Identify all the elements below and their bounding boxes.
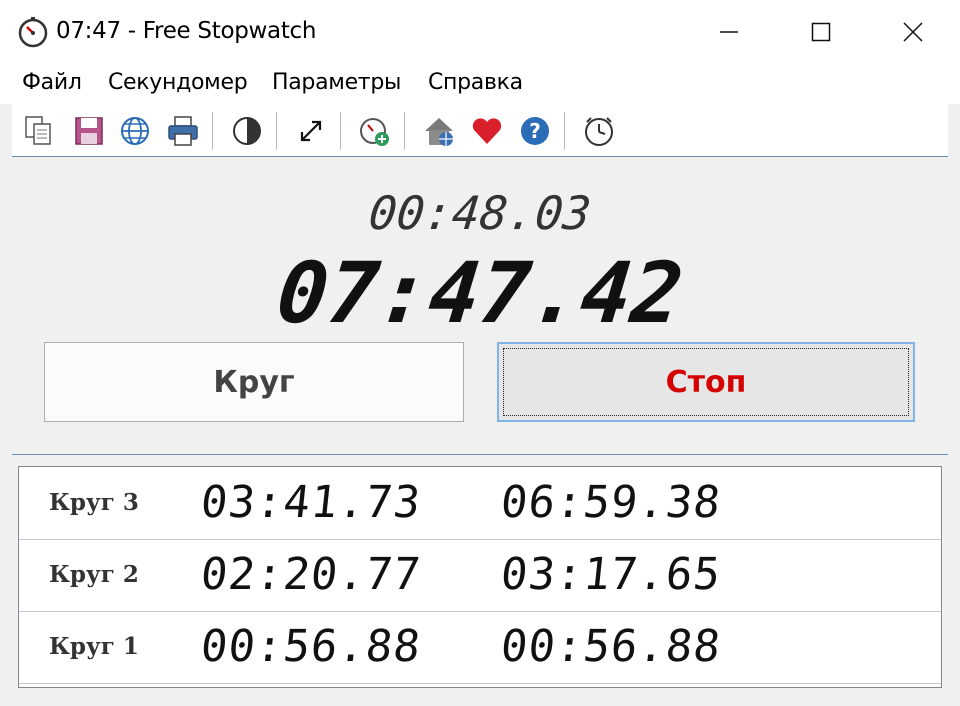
lap-time-display: 00:48.03 <box>366 186 594 240</box>
lap-row: Круг 2 02:20.77 03:17.65 <box>19 539 941 612</box>
lap-label: Круг 2 <box>49 561 139 588</box>
menu-options[interactable]: Параметры <box>272 70 401 95</box>
lap-total-time: 00:56.88 <box>498 621 724 672</box>
close-button[interactable] <box>867 0 959 64</box>
copy-button[interactable] <box>22 114 56 148</box>
menu-file[interactable]: Файл <box>22 70 82 95</box>
svg-text:?: ? <box>529 119 541 143</box>
globe-icon <box>121 117 149 145</box>
lap-total-time: 06:59.38 <box>498 477 724 528</box>
lap-split-time: 03:41.73 <box>198 477 424 528</box>
add-timer-button[interactable] <box>358 114 392 148</box>
home-icon <box>425 118 453 146</box>
contrast-icon <box>233 117 261 145</box>
fullscreen-icon <box>300 120 322 142</box>
window-title: 07:47 - Free Stopwatch <box>56 18 317 44</box>
theme-button[interactable] <box>230 114 264 148</box>
lap-total-time: 03:17.65 <box>498 549 724 600</box>
web-button[interactable] <box>118 114 152 148</box>
lap-label: Круг 1 <box>49 633 139 660</box>
menu-bar: Файл Секундомер Параметры Справка <box>0 64 960 104</box>
toolbar-separator <box>404 112 405 150</box>
toolbar: ? <box>12 104 948 157</box>
heart-icon <box>472 118 502 144</box>
menu-stopwatch[interactable]: Секундомер <box>108 70 248 95</box>
add-timer-icon <box>360 118 389 146</box>
stop-button[interactable]: Стоп <box>497 342 915 422</box>
help-button[interactable]: ? <box>518 114 552 148</box>
maximize-button[interactable] <box>775 0 867 64</box>
clock-button[interactable] <box>582 114 616 148</box>
toolbar-separator <box>340 112 341 150</box>
clock-icon <box>585 117 613 146</box>
title-bar: 07:47 - Free Stopwatch <box>0 0 960 64</box>
main-time-display: 07:47.42 <box>272 244 688 342</box>
menu-help[interactable]: Справка <box>428 70 523 95</box>
minimize-button[interactable] <box>683 0 775 64</box>
minimize-icon <box>720 31 738 33</box>
lap-button[interactable]: Круг <box>44 342 464 422</box>
stopwatch-app-icon <box>18 17 48 48</box>
lap-split-time: 00:56.88 <box>198 621 424 672</box>
print-icon <box>168 116 198 146</box>
lap-row: Круг 3 03:41.73 06:59.38 <box>19 467 941 540</box>
save-icon <box>75 117 103 145</box>
favorite-button[interactable] <box>470 114 504 148</box>
lap-split-time: 02:20.77 <box>198 549 424 600</box>
lap-row: Круг 1 00:56.88 00:56.88 <box>19 611 941 684</box>
maximize-icon <box>811 22 831 42</box>
print-button[interactable] <box>166 114 200 148</box>
toolbar-separator <box>212 112 213 150</box>
toolbar-separator <box>564 112 565 150</box>
laps-list[interactable]: Круг 3 03:41.73 06:59.38 Круг 2 02:20.77… <box>18 466 942 688</box>
lap-label: Круг 3 <box>49 489 139 516</box>
focus-rectangle <box>503 348 909 416</box>
save-button[interactable] <box>72 114 106 148</box>
help-icon: ? <box>521 117 549 145</box>
home-button[interactable] <box>422 114 456 148</box>
copy-icon <box>25 116 51 145</box>
close-icon <box>903 22 923 42</box>
divider <box>12 454 948 455</box>
toolbar-separator <box>276 112 277 150</box>
fullscreen-button[interactable] <box>294 114 328 148</box>
